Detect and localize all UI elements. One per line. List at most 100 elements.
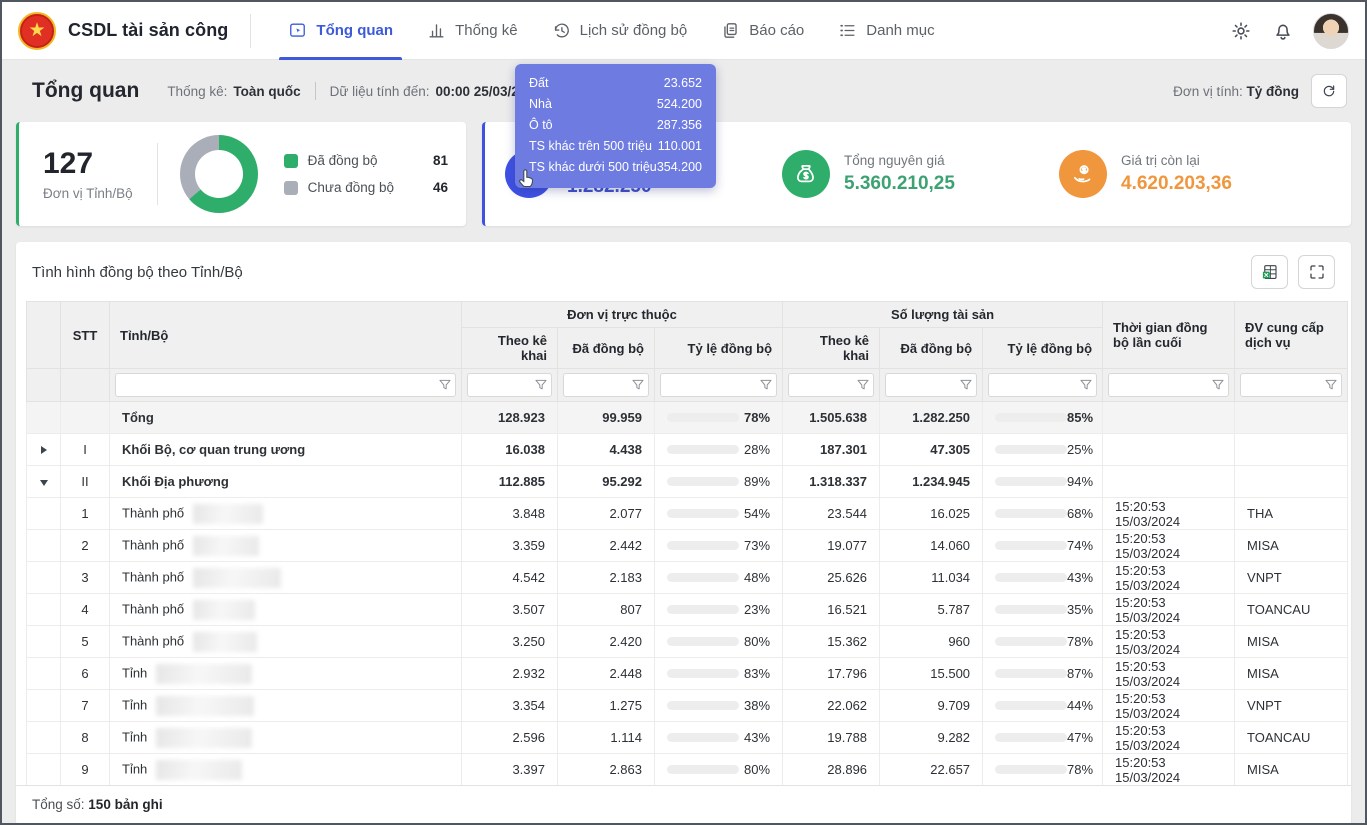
unit-label: Đơn vị tính: xyxy=(1173,84,1243,99)
provider-cell: VNPT xyxy=(1235,690,1348,722)
progress-bar xyxy=(995,701,1067,710)
progress-bar xyxy=(995,573,1067,582)
filter-funnel-icon xyxy=(959,378,973,392)
rate-cell: 43% xyxy=(655,722,783,754)
stt-cell: 1 xyxy=(61,498,110,530)
divider xyxy=(157,143,158,205)
page-title: Tổng quan xyxy=(32,79,139,103)
not-synced-swatch xyxy=(284,181,298,195)
fullscreen-button[interactable] xyxy=(1298,255,1335,289)
stt-cell: 3 xyxy=(61,562,110,594)
filter-box-u_declared xyxy=(467,373,552,397)
table-row: 5Thành phố 3.2502.420 80%15.362960 78%15… xyxy=(27,626,1348,658)
name-prefix: Tỉnh xyxy=(122,729,147,744)
tooltip-row: TS khác dưới 500 triệu 354.200 xyxy=(529,157,702,178)
province-name-cell: Tổng xyxy=(110,402,462,434)
last-sync-header: Thời gian đồng bộ lần cuối xyxy=(1103,302,1235,369)
tooltip-label: TS khác dưới 500 triệu xyxy=(529,157,657,178)
stt-cell: 7 xyxy=(61,690,110,722)
a-synced-cell: 1.234.945 xyxy=(880,466,983,498)
progress-bar xyxy=(667,413,739,422)
expand-toggle[interactable] xyxy=(27,434,61,466)
name-prefix: Tỉnh xyxy=(122,761,147,776)
tab-lich-su-dong-bo[interactable]: Lịch sử đồng bộ xyxy=(535,2,705,60)
redacted-name xyxy=(156,696,254,716)
expand-cell xyxy=(27,562,61,594)
table-row: 3Thành phố 4.5422.183 48%25.62611.034 43… xyxy=(27,562,1348,594)
filter-funnel-icon xyxy=(1211,378,1225,392)
tab-label: Tổng quan xyxy=(316,22,393,39)
tab-bao-cao[interactable]: Báo cáo xyxy=(704,2,821,60)
provider-cell xyxy=(1235,466,1348,498)
progress-percent: 47% xyxy=(1067,730,1093,745)
filter-input-name[interactable] xyxy=(116,374,455,396)
expand-cell xyxy=(27,754,61,786)
a-synced-cell: 11.034 xyxy=(880,562,983,594)
filter-cell-expand xyxy=(27,369,61,402)
a-synced-cell: 22.657 xyxy=(880,754,983,786)
stt-cell: 2 xyxy=(61,530,110,562)
provider-cell: TOANCAU xyxy=(1235,722,1348,754)
refresh-button[interactable] xyxy=(1311,74,1347,108)
bell-icon xyxy=(1272,20,1294,42)
filter-box-name xyxy=(115,373,456,397)
national-emblem-logo: ★ xyxy=(18,12,56,50)
u-declared-cell: 16.038 xyxy=(462,434,558,466)
progress-percent: 80% xyxy=(744,634,770,649)
filter-funnel-icon xyxy=(438,378,452,392)
excel-icon xyxy=(1261,263,1279,281)
filter-funnel-icon xyxy=(534,378,548,392)
assets-synced-header: Đã đồng bộ xyxy=(880,328,983,369)
progress-bar xyxy=(995,541,1067,550)
progress-bar xyxy=(995,637,1067,646)
user-avatar[interactable] xyxy=(1313,13,1349,49)
settings-button[interactable] xyxy=(1229,19,1253,43)
tab-thong-ke[interactable]: Thống kê xyxy=(410,2,535,60)
name-prefix: Thành phố xyxy=(122,633,184,648)
export-excel-button[interactable] xyxy=(1251,255,1288,289)
table-row: Tổng128.92399.959 78%1.505.6381.282.250 … xyxy=(27,402,1348,434)
expand-cell xyxy=(27,594,61,626)
progress-percent: 28% xyxy=(744,442,770,457)
rate-cell: 85% xyxy=(983,402,1103,434)
expand-cell xyxy=(27,402,61,434)
u-declared-cell: 3.397 xyxy=(462,754,558,786)
u-declared-cell: 2.596 xyxy=(462,722,558,754)
a-declared-cell: 15.362 xyxy=(783,626,880,658)
u-declared-cell: 3.359 xyxy=(462,530,558,562)
rate-cell: 48% xyxy=(655,562,783,594)
list-icon xyxy=(838,21,857,40)
last-sync-cell: 15:20:53 15/03/2024 xyxy=(1103,562,1235,594)
province-name-cell: Tỉnh xyxy=(110,722,462,754)
filter-funnel-icon xyxy=(759,378,773,392)
tab-tong-quan[interactable]: Tổng quan xyxy=(271,2,410,60)
u-synced-cell: 2.420 xyxy=(558,626,655,658)
progress-bar xyxy=(667,605,739,614)
expand-cell xyxy=(27,722,61,754)
provider-cell: MISA xyxy=(1235,754,1348,786)
progress-bar xyxy=(667,573,739,582)
name-prefix: Thành phố xyxy=(122,569,184,584)
expand-toggle[interactable] xyxy=(27,466,61,498)
unit-meta: Đơn vị tính: Tỷ đồng xyxy=(1173,74,1347,108)
rate-cell: 43% xyxy=(983,562,1103,594)
u-synced-cell: 99.959 xyxy=(558,402,655,434)
last-sync-cell xyxy=(1103,402,1235,434)
a-declared-cell: 19.077 xyxy=(783,530,880,562)
tab-danh-muc[interactable]: Danh mục xyxy=(821,2,951,60)
money-bag-icon xyxy=(782,150,830,198)
tooltip-row: Nhà 524.200 xyxy=(529,94,702,115)
rate-cell: 80% xyxy=(655,626,783,658)
notifications-button[interactable] xyxy=(1271,19,1295,43)
synced-swatch xyxy=(284,154,298,168)
progress-bar xyxy=(995,413,1067,422)
hand-coin-icon xyxy=(1059,150,1107,198)
donut-legend: Đã đồng bộ 81 Chưa đồng bộ 46 xyxy=(284,153,448,195)
u-synced-cell: 2.183 xyxy=(558,562,655,594)
divider xyxy=(250,14,251,48)
rate-cell: 94% xyxy=(983,466,1103,498)
a-synced-cell: 1.282.250 xyxy=(880,402,983,434)
sync-donut-chart xyxy=(180,135,258,213)
a-synced-cell: 9.709 xyxy=(880,690,983,722)
progress-bar xyxy=(995,509,1067,518)
